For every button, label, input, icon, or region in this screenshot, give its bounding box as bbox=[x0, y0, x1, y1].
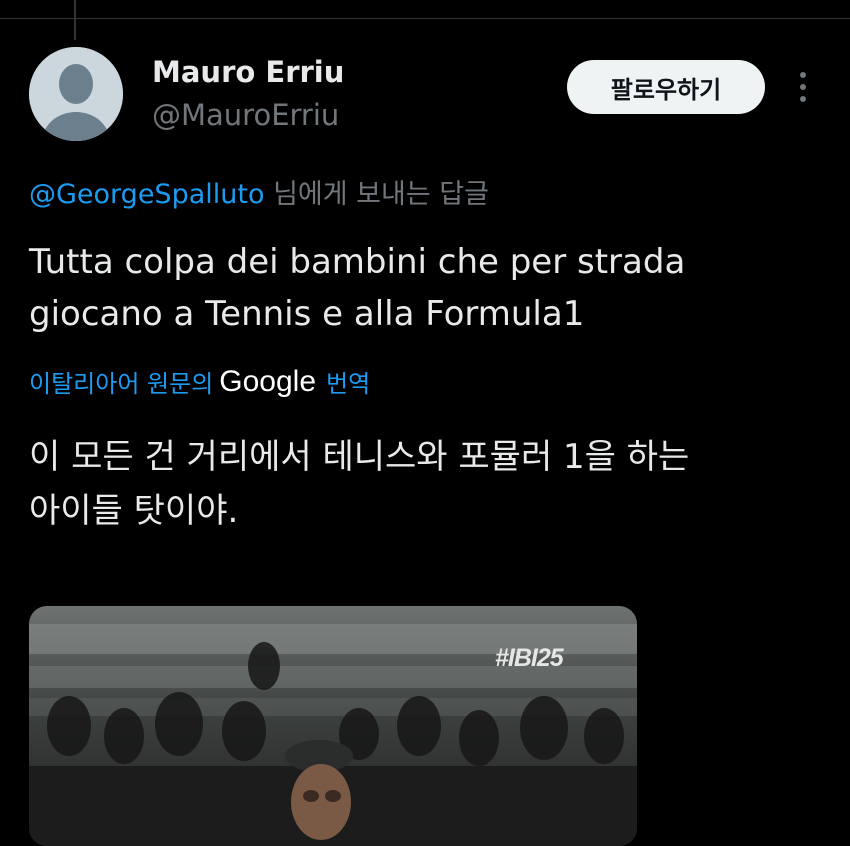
follow-button[interactable]: 팔로우하기 bbox=[567, 60, 765, 114]
author-name[interactable]: Mauro Erriu bbox=[152, 55, 344, 89]
tweet-media-video[interactable]: #IBI25 bbox=[29, 606, 637, 846]
more-vertical-icon bbox=[800, 72, 806, 78]
reply-context-label: 님에게 보내는 답글 bbox=[264, 179, 489, 210]
google-logo: Google bbox=[219, 364, 317, 398]
reply-mention-link[interactable]: @GeorgeSpalluto bbox=[29, 179, 264, 210]
top-divider bbox=[0, 18, 850, 19]
thread-connector-line bbox=[74, 0, 76, 40]
translation-source-label: 이탈리아어 원문의 bbox=[29, 370, 214, 398]
default-avatar-icon bbox=[29, 47, 123, 141]
translation-label: 번역 bbox=[326, 370, 371, 398]
media-thumbnail-image bbox=[29, 606, 637, 846]
tweet-text-line: giocano a Tennis e alla Formula1 bbox=[29, 294, 585, 334]
author-handle[interactable]: @MauroErriu bbox=[152, 98, 339, 132]
reply-context: @GeorgeSpalluto 님에게 보내는 답글 bbox=[29, 172, 489, 211]
media-hashtag-overlay: #IBI25 bbox=[495, 644, 564, 672]
translation-attribution[interactable]: 이탈리아어 원문의 Google 번역 bbox=[29, 364, 370, 399]
tweet-text: Tutta colpa dei bambini che per strada g… bbox=[29, 236, 829, 340]
translated-text: 이 모든 건 거리에서 테니스와 포뮬러 1을 하는 아이들 탓이야. bbox=[29, 430, 829, 538]
translated-text-line: 아이들 탓이야. bbox=[29, 491, 239, 531]
more-options-button[interactable] bbox=[786, 64, 820, 110]
translated-text-line: 이 모든 건 거리에서 테니스와 포뮬러 1을 하는 bbox=[29, 437, 690, 477]
more-vertical-icon-dot bbox=[800, 84, 806, 90]
tweet-text-line: Tutta colpa dei bambini che per strada bbox=[29, 242, 686, 282]
author-avatar[interactable] bbox=[29, 47, 123, 141]
more-vertical-icon-dot bbox=[800, 96, 806, 102]
